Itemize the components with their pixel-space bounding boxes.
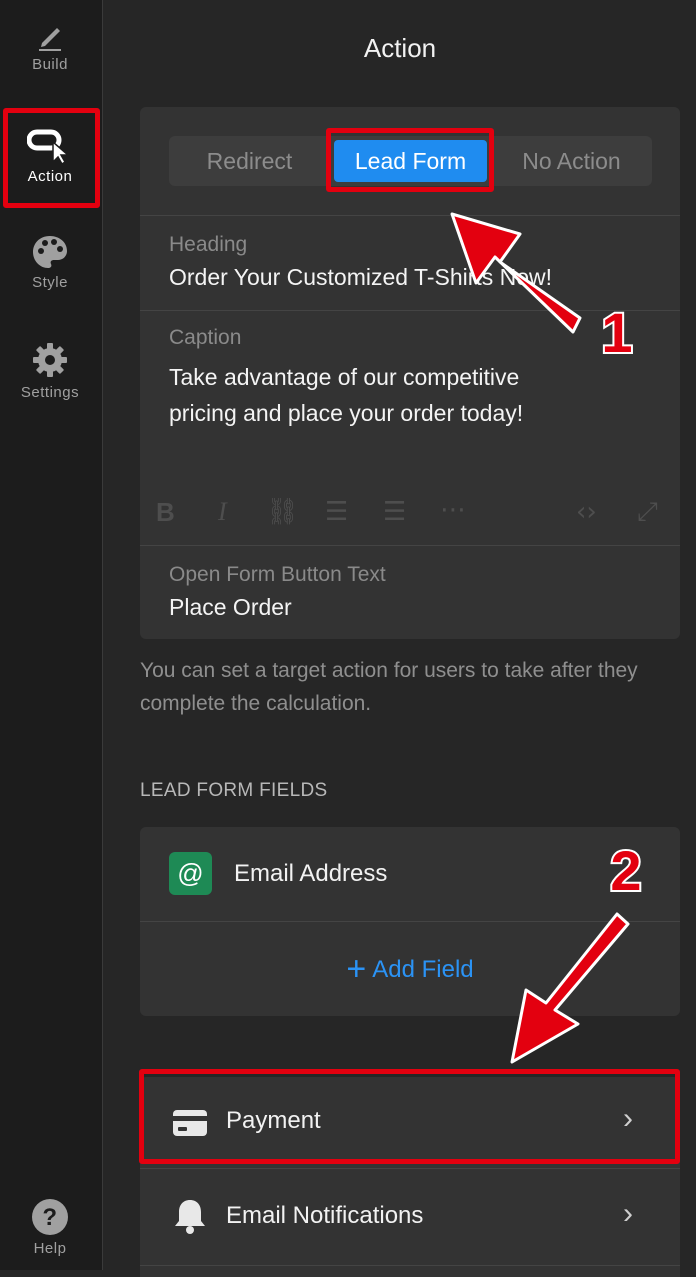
- arrow-1: [450, 212, 582, 334]
- annotation-overlay: 1 2: [450, 212, 644, 1064]
- step-number-2: 2: [610, 839, 641, 902]
- step-number-1: 1: [601, 301, 632, 364]
- arrow-2: [510, 912, 630, 1064]
